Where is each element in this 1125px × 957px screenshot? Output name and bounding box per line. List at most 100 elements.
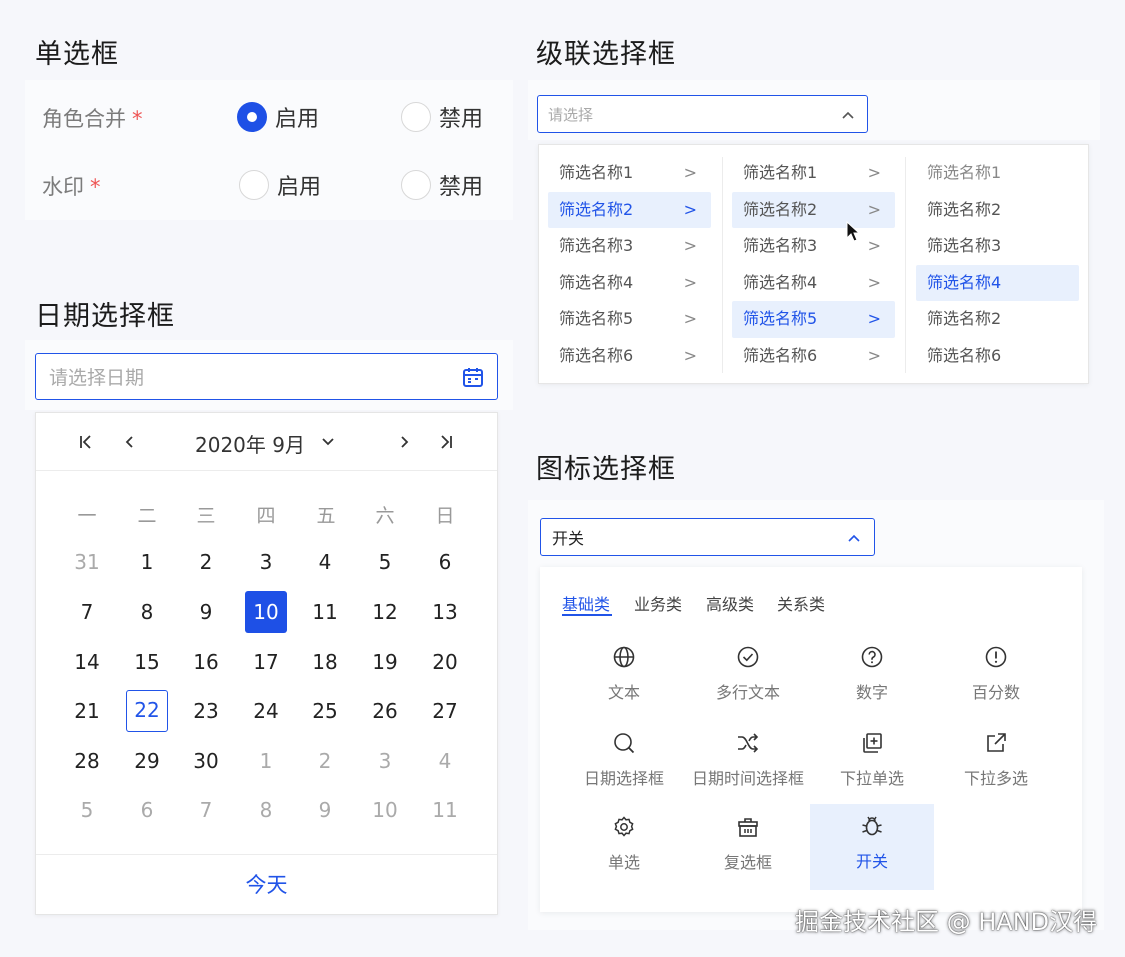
cascader-option-selected[interactable]: 筛选名称5 >	[732, 301, 895, 338]
cascader-option[interactable]: 筛选名称4 >	[548, 265, 711, 302]
cascader-option[interactable]: 筛选名称2	[916, 192, 1079, 229]
calendar-day[interactable]: 6	[126, 789, 168, 831]
cascader-option[interactable]: 筛选名称3 >	[732, 228, 895, 265]
date-input[interactable]: 请选择日期	[35, 353, 498, 400]
calendar-day[interactable]: 4	[424, 740, 466, 782]
icon-option-dropdown-single[interactable]: 下拉单选	[810, 721, 934, 807]
radio-unchecked-icon	[401, 102, 431, 132]
cascader-option-selected[interactable]: 筛选名称4	[916, 264, 1079, 302]
calendar-day[interactable]: 4	[304, 541, 346, 583]
calendar-day[interactable]: 23	[185, 690, 227, 732]
cascader-option[interactable]: 筛选名称1	[916, 155, 1079, 192]
tab-advanced[interactable]: 高级类	[706, 591, 754, 615]
calendar-day[interactable]: 9	[185, 591, 227, 633]
bug-icon	[862, 816, 882, 836]
calendar-day[interactable]: 3	[245, 541, 287, 583]
calendar-day[interactable]: 5	[364, 541, 406, 583]
cascader-option-selected[interactable]: 筛选名称2 >	[548, 191, 711, 229]
calendar-day[interactable]: 11	[304, 591, 346, 633]
radio-enable-watermark[interactable]: 启用	[239, 169, 321, 201]
calendar-day[interactable]: 1	[126, 541, 168, 583]
prev-month-icon[interactable]	[122, 434, 138, 450]
cascader-option[interactable]: 筛选名称4 >	[732, 265, 895, 302]
tab-business[interactable]: 业务类	[634, 591, 682, 615]
radio-enable-role-merge[interactable]: 启用	[237, 101, 319, 133]
cascader-option[interactable]: 筛选名称6	[916, 338, 1079, 375]
icon-option-dropdown-multi[interactable]: 下拉多选	[934, 721, 1058, 807]
chevron-up-icon[interactable]	[847, 531, 861, 545]
chevron-right-icon: >	[683, 345, 697, 365]
cascader-option[interactable]: 筛选名称1 >	[548, 155, 711, 192]
icon-option-switch-selected[interactable]: 开关	[810, 804, 934, 890]
calendar-day-today[interactable]: 22	[126, 690, 168, 732]
calendar-day[interactable]: 7	[66, 591, 108, 633]
calendar-day[interactable]: 1	[245, 740, 287, 782]
chevron-right-icon: >	[867, 345, 881, 365]
calendar-day[interactable]: 19	[364, 641, 406, 683]
calendar-day[interactable]: 25	[304, 690, 346, 732]
cascader-option[interactable]: 筛选名称5 >	[548, 301, 711, 338]
cascader-option[interactable]: 筛选名称6 >	[548, 338, 711, 375]
calendar-day[interactable]: 15	[126, 641, 168, 683]
cascader-option-hover[interactable]: 筛选名称2 >	[732, 191, 895, 229]
cascader-option[interactable]: 筛选名称3	[916, 228, 1079, 265]
today-button[interactable]: 今天	[36, 854, 497, 914]
calendar-day[interactable]: 18	[304, 641, 346, 683]
calendar-day[interactable]: 10	[364, 789, 406, 831]
icon-option-multiline-text[interactable]: 多行文本	[686, 635, 810, 721]
icon-picker-section-title: 图标选择框	[536, 454, 676, 485]
icon-option-text[interactable]: 文本	[562, 635, 686, 721]
icon-option-number[interactable]: 数字	[810, 635, 934, 721]
calendar-day[interactable]: 20	[424, 641, 466, 683]
calendar-day[interactable]: 14	[66, 641, 108, 683]
calendar-day[interactable]: 12	[364, 591, 406, 633]
cascader-option[interactable]: 筛选名称3 >	[548, 228, 711, 265]
icon-option-date-picker[interactable]: 日期选择框	[562, 721, 686, 807]
calendar-day[interactable]: 31	[66, 541, 108, 583]
calendar-day[interactable]: 3	[364, 740, 406, 782]
calendar-icon[interactable]	[461, 365, 485, 389]
calendar-day[interactable]: 6	[424, 541, 466, 583]
calendar-day[interactable]: 5	[66, 789, 108, 831]
icon-option-percentage[interactable]: 百分数	[934, 635, 1058, 721]
calendar-day[interactable]: 29	[126, 740, 168, 782]
tab-basic[interactable]: 基础类	[562, 591, 610, 615]
icon-option-checkbox[interactable]: 复选框	[686, 805, 810, 891]
cascader-option[interactable]: 筛选名称6 >	[732, 338, 895, 375]
last-page-icon[interactable]	[438, 434, 454, 450]
calendar-day[interactable]: 21	[66, 690, 108, 732]
calendar-day[interactable]: 8	[245, 789, 287, 831]
chevron-up-icon[interactable]	[841, 108, 855, 122]
calendar-day-selected[interactable]: 10	[245, 591, 287, 633]
tab-relation[interactable]: 关系类	[777, 591, 825, 615]
calendar-day[interactable]: 9	[304, 789, 346, 831]
chevron-down-icon[interactable]	[320, 434, 336, 450]
calendar-day[interactable]: 28	[66, 740, 108, 782]
globe-icon	[613, 646, 635, 668]
calendar-day[interactable]: 17	[245, 641, 287, 683]
gear-icon	[614, 816, 634, 837]
next-month-icon[interactable]	[396, 434, 412, 450]
calendar-day[interactable]: 2	[185, 541, 227, 583]
calendar-day[interactable]: 27	[424, 690, 466, 732]
calendar-day[interactable]: 26	[364, 690, 406, 732]
calendar-day[interactable]: 13	[424, 591, 466, 633]
calendar-day[interactable]: 2	[304, 740, 346, 782]
cascader-input[interactable]: 请选择	[537, 95, 868, 133]
icon-option-radio[interactable]: 单选	[562, 805, 686, 891]
month-label[interactable]: 2020年 9月	[195, 429, 305, 458]
calendar-day[interactable]: 30	[185, 740, 227, 782]
radio-disable-role-merge[interactable]: 禁用	[401, 101, 483, 133]
cascader-option[interactable]: 筛选名称1 >	[732, 155, 895, 192]
calendar-day[interactable]: 24	[245, 690, 287, 732]
calendar-day[interactable]: 16	[185, 641, 227, 683]
calendar-day[interactable]: 11	[424, 789, 466, 831]
radio-disable-watermark[interactable]: 禁用	[401, 169, 483, 201]
cascader-option[interactable]: 筛选名称2	[916, 301, 1079, 338]
first-page-icon[interactable]	[78, 434, 94, 450]
calendar-day[interactable]: 7	[185, 789, 227, 831]
calendar-day[interactable]: 8	[126, 591, 168, 633]
icon-option-datetime-picker[interactable]: 日期时间选择框	[686, 721, 810, 807]
column-divider	[905, 157, 906, 373]
icon-picker-input[interactable]: 开关	[540, 518, 875, 556]
